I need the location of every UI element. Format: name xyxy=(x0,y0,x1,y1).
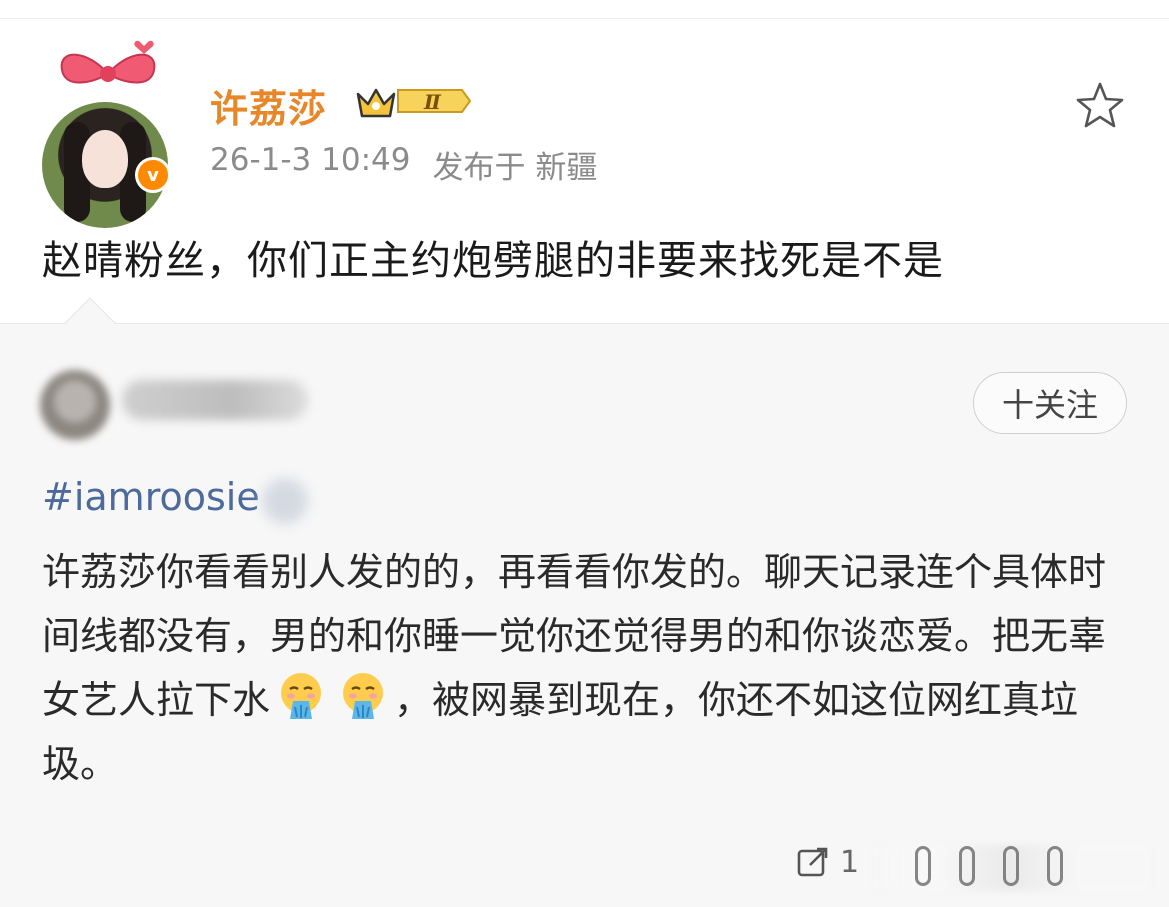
repost-author-name-blurred[interactable] xyxy=(122,380,308,420)
repost-count[interactable]: 1 xyxy=(840,845,859,880)
follow-button[interactable]: 十关注 xyxy=(973,372,1127,434)
bottom-action-icons xyxy=(915,846,1063,886)
star-icon[interactable] xyxy=(1074,80,1126,132)
extra-icon[interactable] xyxy=(1047,846,1063,886)
post-text: 赵晴粉丝，你们正主约炮劈腿的非要来找死是不是 xyxy=(42,238,944,284)
verified-badge-icon: v xyxy=(135,157,171,193)
repost-actions: 1 xyxy=(796,840,859,884)
repost-share-icon[interactable] xyxy=(796,845,830,879)
more-icon[interactable] xyxy=(1003,846,1019,886)
comment-icon[interactable] xyxy=(915,846,931,886)
author-avatar-group[interactable]: v xyxy=(40,40,175,228)
bow-icon xyxy=(60,40,156,84)
repost-author-avatar[interactable] xyxy=(40,370,110,440)
svg-text:Ⅱ: Ⅱ xyxy=(423,90,442,114)
like-icon[interactable] xyxy=(959,846,975,886)
top-divider xyxy=(0,18,1169,19)
hashtag-blur xyxy=(262,478,308,524)
post-meta: 26-1-3 10:49 发布于 新疆 xyxy=(210,142,597,187)
post-location: 发布于 新疆 xyxy=(432,150,598,186)
vomiting-face-icon xyxy=(281,673,322,719)
author-name[interactable]: 许荔莎 xyxy=(210,78,327,133)
repost-text: 许荔莎你看看别人发的的，再看看你发的。聊天记录连个具体时间线都没有，男的和你睡一… xyxy=(42,540,1127,796)
vip-crown-badge-icon[interactable]: Ⅱ xyxy=(352,78,474,124)
hashtag-link[interactable]: #iamroosie xyxy=(42,475,260,519)
post-timestamp: 26-1-3 10:49 xyxy=(210,142,411,178)
vomiting-face-icon xyxy=(343,673,384,719)
